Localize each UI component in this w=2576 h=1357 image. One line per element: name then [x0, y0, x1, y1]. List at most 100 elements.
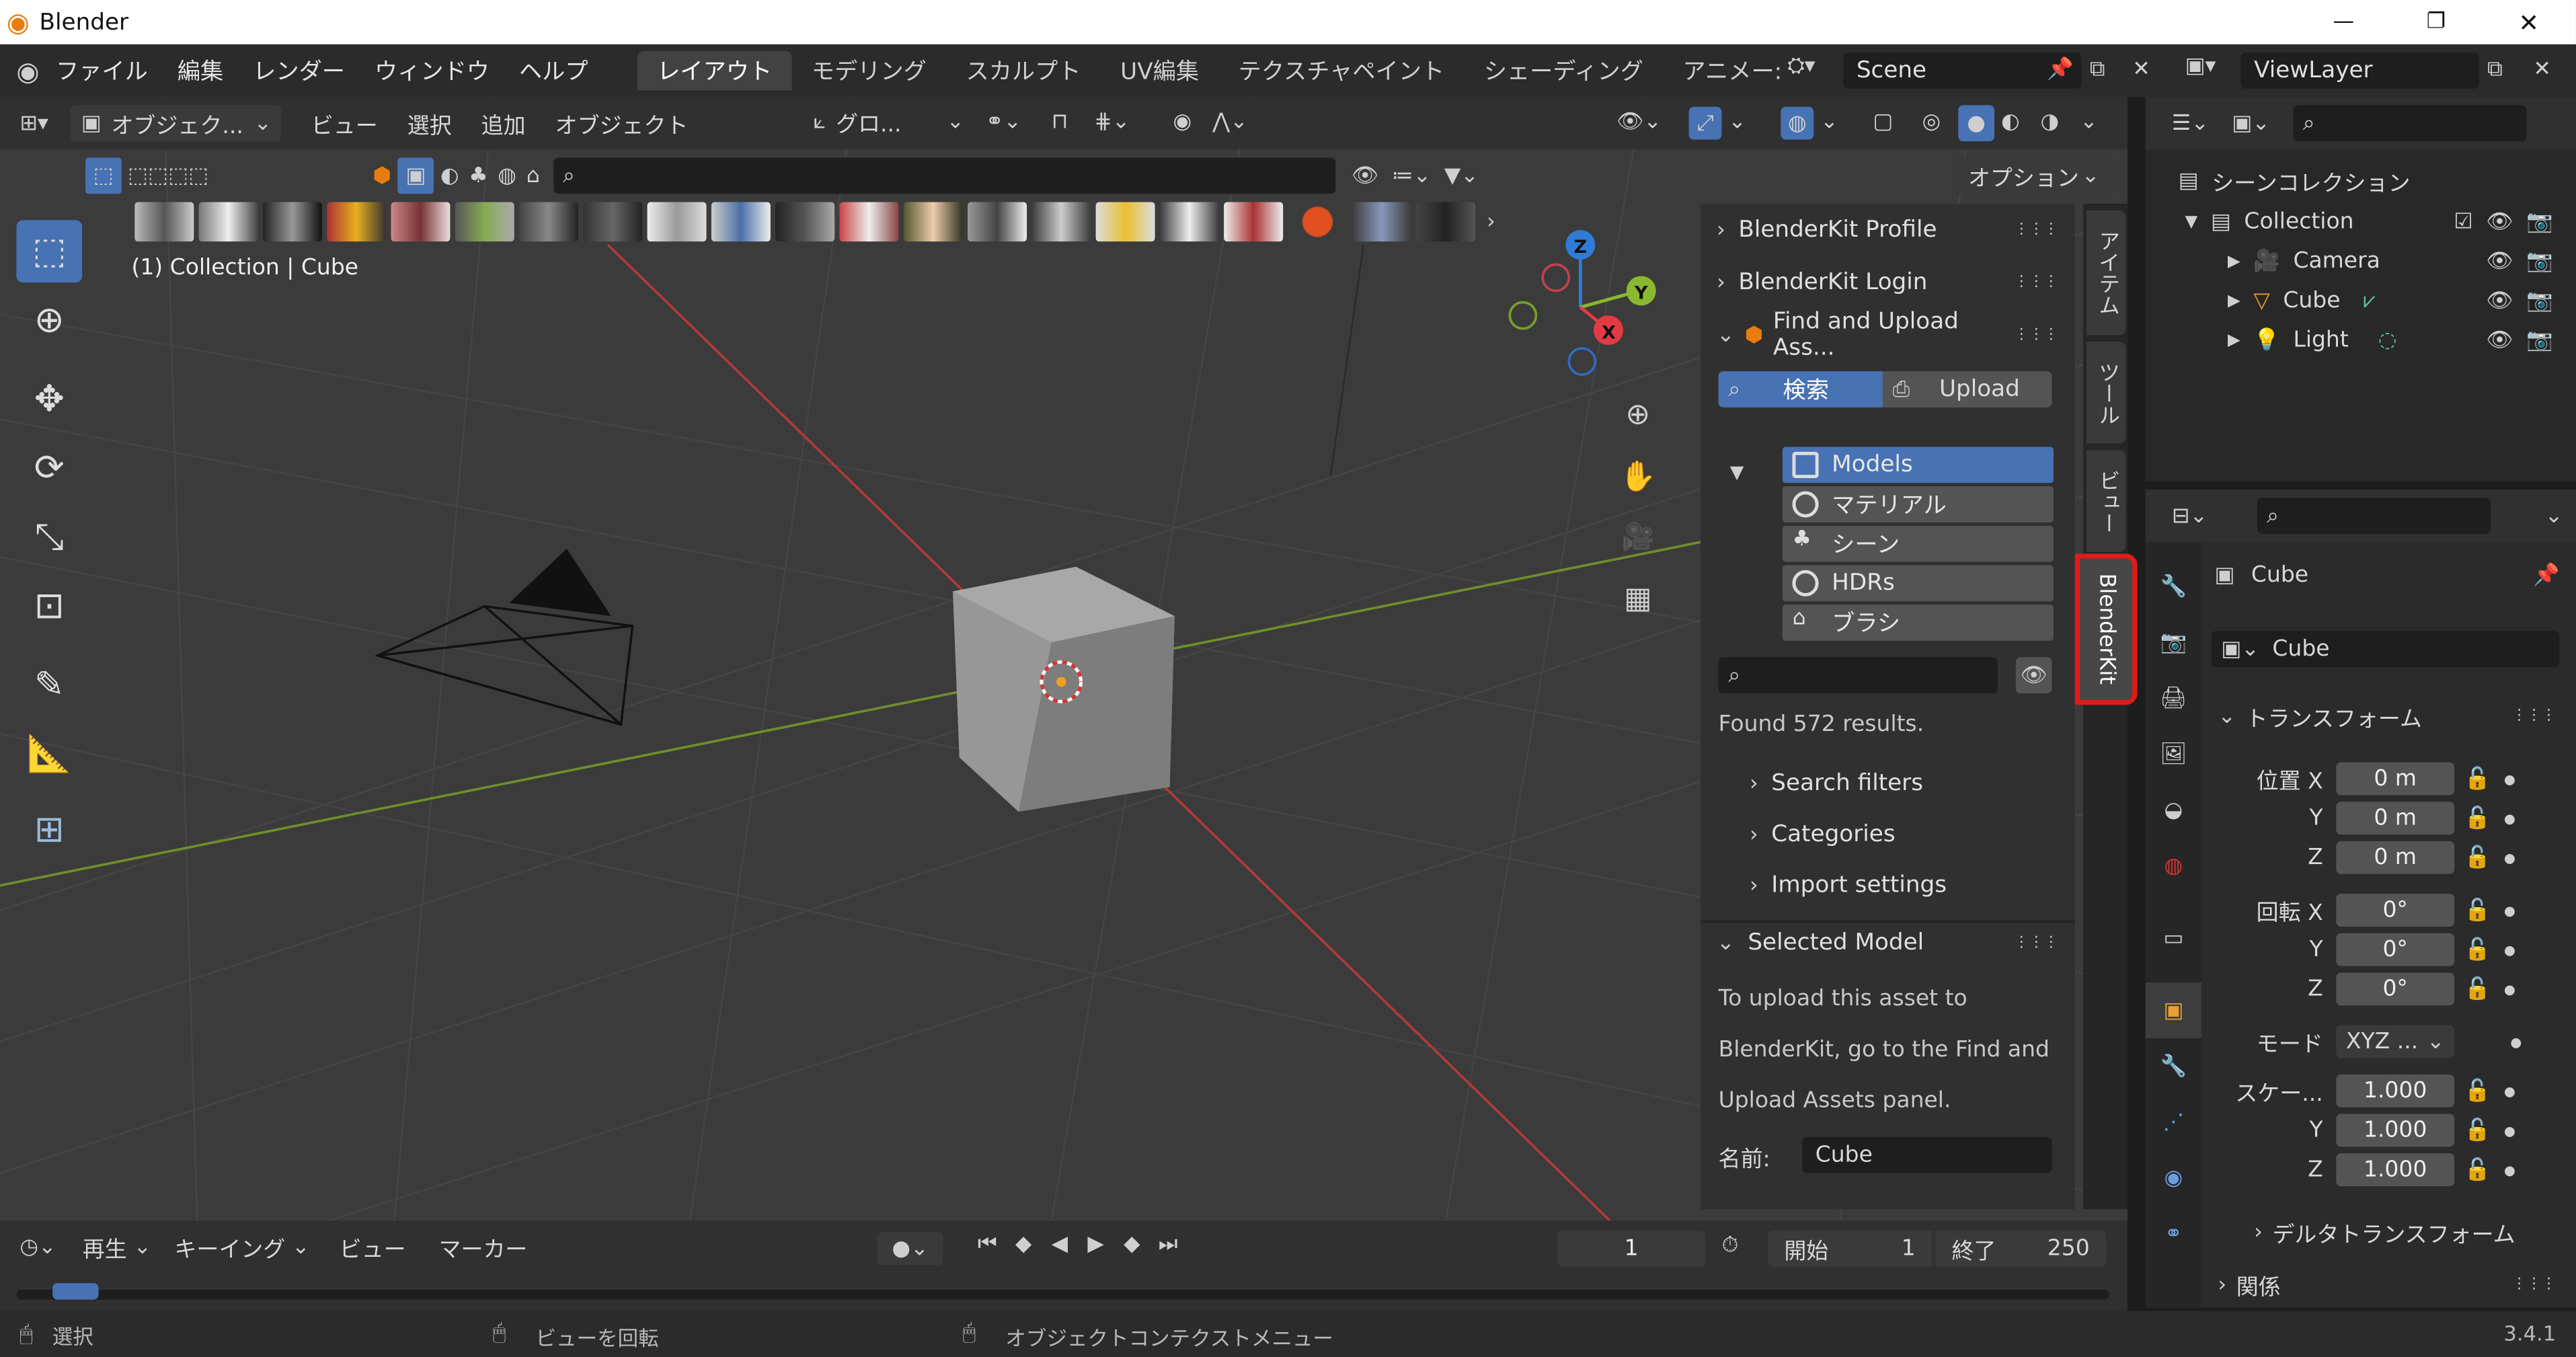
drag-handle-icon[interactable]: ⋮⋮⋮: [2512, 708, 2557, 724]
asset-thumbnail[interactable]: [647, 202, 707, 242]
outliner-search-input[interactable]: ⌕: [2293, 105, 2526, 142]
name-input[interactable]: Cube: [1802, 1136, 2052, 1173]
category-brushes[interactable]: ⌂ ブラシ: [1782, 605, 2054, 641]
scale-x-field[interactable]: 1.000: [2336, 1074, 2455, 1108]
xray-icon[interactable]: ▢: [1873, 110, 1893, 135]
keyframe-dot-icon[interactable]: ●: [2504, 982, 2515, 997]
keyframe-dot-icon[interactable]: ●: [2504, 1083, 2515, 1098]
section-search-filters[interactable]: › Search filters: [1733, 759, 1923, 808]
assettype-hdrs-icon[interactable]: ◍: [498, 163, 516, 188]
asset-thumbnail[interactable]: [1416, 202, 1475, 242]
outliner-root[interactable]: ▤ シーンコレクション: [2146, 159, 2576, 202]
lock-icon[interactable]: 🔓: [2464, 845, 2491, 870]
transform-panel-header[interactable]: ⌄ トランスフォーム ⋮⋮⋮: [2218, 700, 2556, 733]
lock-icon[interactable]: 🔓: [2464, 806, 2491, 830]
keyframe-dot-icon[interactable]: ●: [2504, 771, 2515, 786]
close-icon[interactable]: ✕: [2518, 7, 2539, 37]
location-x-field[interactable]: 0 m: [2336, 762, 2455, 796]
assetbar-select-icon[interactable]: ⬚: [85, 157, 122, 194]
asset-thumbnail[interactable]: [1159, 202, 1219, 242]
proportional-edit-icon[interactable]: ◉: [1173, 110, 1192, 135]
modifier-tab-icon[interactable]: 🔧: [2146, 1038, 2201, 1094]
move-tool[interactable]: ✥: [16, 368, 82, 430]
minimize-icon[interactable]: —: [2333, 10, 2354, 35]
visibility-icon[interactable]: 👁⌄: [1616, 110, 1662, 135]
timeline-menu-marker[interactable]: マーカー: [438, 1231, 527, 1264]
end-frame-field[interactable]: 終了 250: [1935, 1230, 2107, 1267]
annotate-tool[interactable]: ✎: [16, 654, 82, 716]
prev-keyframe-icon[interactable]: ◆: [1005, 1232, 1042, 1257]
current-frame-field[interactable]: 1: [1557, 1230, 1706, 1267]
workspace-tab-uv[interactable]: UV編集: [1101, 51, 1218, 91]
section-import-settings[interactable]: › Import settings: [1733, 861, 1947, 910]
filter-icon[interactable]: ▼⌄: [1444, 163, 1479, 188]
scene-tab-icon[interactable]: ◒: [2146, 782, 2201, 838]
scale-z-field[interactable]: 1.000: [2336, 1153, 2455, 1186]
display-mode-icon[interactable]: ▣⌄: [2232, 111, 2270, 136]
pin-icon[interactable]: 📌: [2533, 563, 2560, 588]
section-categories[interactable]: › Categories: [1733, 810, 1896, 859]
select-box-tool[interactable]: ⬚: [16, 220, 83, 283]
tab-view[interactable]: ビュー: [2086, 450, 2126, 552]
jump-start-icon[interactable]: ⏮: [969, 1232, 1005, 1257]
measure-tool[interactable]: 📐: [16, 723, 82, 785]
timeline-scrubber[interactable]: [16, 1289, 2110, 1300]
scene-field[interactable]: Scene: [1843, 52, 2082, 89]
menu-render[interactable]: レンダー: [253, 54, 345, 87]
record-icon[interactable]: ●⌄: [877, 1232, 943, 1266]
assettype-materials-icon[interactable]: ◐: [440, 163, 459, 188]
gizmo-icon[interactable]: ⤢: [1688, 106, 1722, 140]
asset-thumbnail[interactable]: [455, 202, 514, 242]
outliner-editor-icon[interactable]: ☰⌄: [2172, 111, 2209, 136]
render-camera-icon[interactable]: 📷: [2526, 288, 2553, 313]
assetbar-search-input[interactable]: ⌕: [553, 157, 1335, 194]
eye-icon[interactable]: 👁: [2486, 288, 2513, 313]
drag-handle-icon[interactable]: ⋮⋮⋮: [2014, 274, 2058, 290]
tab-tool[interactable]: ツール: [2086, 342, 2126, 444]
menu-file[interactable]: ファイル: [56, 54, 148, 87]
preview-eye-icon[interactable]: 👁: [2015, 657, 2052, 694]
render-camera-icon[interactable]: 📷: [2526, 249, 2553, 274]
asset-thumbnail[interactable]: [262, 202, 322, 242]
output-tab-icon[interactable]: 🖨: [2146, 670, 2201, 726]
category-models[interactable]: Models: [1782, 447, 2054, 483]
asset-thumbnail[interactable]: [1224, 202, 1284, 242]
lock-icon[interactable]: 🔓: [2464, 976, 2491, 1001]
maximize-icon[interactable]: ❐: [2427, 10, 2446, 35]
lock-icon[interactable]: 🔓: [2464, 1118, 2491, 1143]
assettype-scenes-icon[interactable]: ♣: [469, 163, 487, 188]
transform-tool[interactable]: ⊡: [16, 575, 82, 637]
collection-tab-icon[interactable]: ▭: [2146, 910, 2201, 966]
jump-end-icon[interactable]: ⏭: [1150, 1232, 1186, 1257]
lock-icon[interactable]: 🔓: [2464, 767, 2491, 791]
outliner-item-cube[interactable]: ▶ ▽ Cube ⩗ 👁 📷: [2146, 281, 2576, 321]
viewlayer-field[interactable]: ViewLayer: [2240, 52, 2479, 89]
tab-blenderkit[interactable]: BlenderKit: [2074, 553, 2138, 705]
menu-edit[interactable]: 編集: [178, 54, 223, 87]
asset-thumbnail[interactable]: [1031, 202, 1091, 242]
category-materials[interactable]: マテリアル: [1782, 486, 2054, 522]
drag-handle-icon[interactable]: ⋮⋮⋮: [2014, 935, 2058, 951]
orientation-dropdown[interactable]: ⟀ グロ... ⌄: [813, 105, 964, 138]
keyframe-dot-icon[interactable]: ●: [2504, 1163, 2515, 1177]
asset-thumbnail[interactable]: [519, 202, 579, 242]
next-keyframe-icon[interactable]: ◆: [1114, 1232, 1150, 1257]
timeline-menu-playback[interactable]: 再生: [83, 1231, 127, 1264]
new-scene-icon[interactable]: ⧉: [2090, 58, 2105, 83]
rotation-z-field[interactable]: 0°: [2336, 972, 2455, 1006]
asset-thumbnail[interactable]: [583, 202, 643, 242]
rotate-tool[interactable]: ⟳: [16, 437, 82, 500]
asset-thumbnail[interactable]: [1095, 202, 1155, 242]
eye-icon[interactable]: 👁: [2486, 210, 2513, 235]
remove-scene-icon[interactable]: ✕: [2132, 58, 2150, 83]
eye-icon[interactable]: 👁: [2486, 327, 2513, 352]
menu-view[interactable]: ビュー: [311, 107, 378, 140]
tab-search[interactable]: ⌕ 検索: [1718, 371, 1883, 408]
solid-shading-icon[interactable]: ●: [1958, 105, 1995, 142]
snap-target-icon[interactable]: ⋕⌄: [1094, 110, 1130, 135]
start-frame-field[interactable]: 開始 1: [1767, 1230, 1933, 1267]
delta-transform-header[interactable]: › デルタトランスフォーム: [2254, 1216, 2515, 1249]
asset-thumbnail[interactable]: [839, 202, 899, 242]
new-viewlayer-icon[interactable]: ⧉: [2487, 58, 2503, 83]
viewlayer-selector-icon[interactable]: ▣▾: [2185, 54, 2216, 79]
